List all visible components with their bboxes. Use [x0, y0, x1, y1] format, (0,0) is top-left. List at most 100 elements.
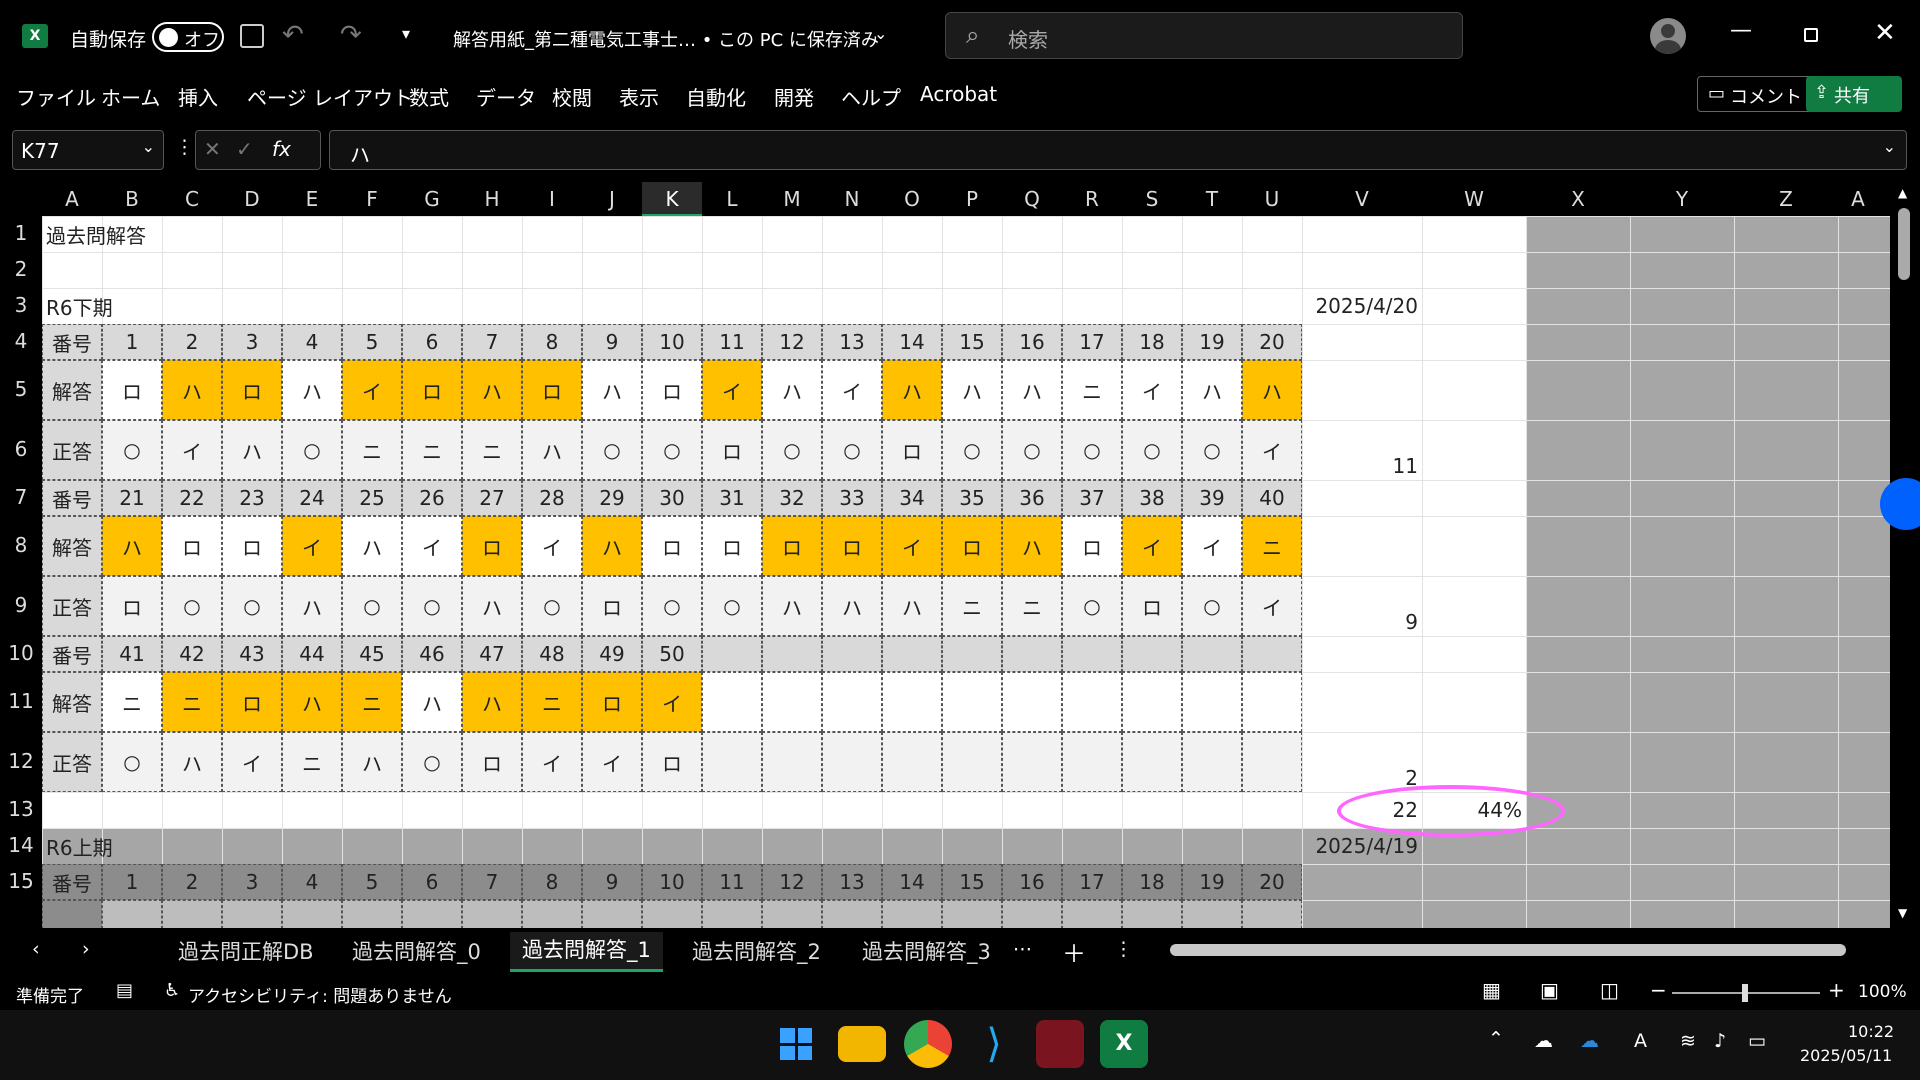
- question-number[interactable]: 24: [282, 480, 342, 516]
- partial-cell[interactable]: [102, 900, 162, 928]
- empty-cell[interactable]: [1242, 672, 1302, 732]
- empty-cell[interactable]: [882, 636, 942, 672]
- question-number[interactable]: 13: [822, 864, 882, 900]
- partial-cell[interactable]: [1002, 900, 1062, 928]
- label-correct[interactable]: 正答: [42, 576, 102, 636]
- column-header[interactable]: O: [882, 182, 942, 216]
- question-number[interactable]: 6: [402, 324, 462, 360]
- zoom-in-icon[interactable]: +: [1828, 978, 1845, 1002]
- correct-cell[interactable]: ○: [1062, 420, 1122, 480]
- answer-cell[interactable]: イ: [1122, 516, 1182, 576]
- correct-cell[interactable]: ロ: [582, 576, 642, 636]
- question-number[interactable]: 45: [342, 636, 402, 672]
- question-number[interactable]: 48: [522, 636, 582, 672]
- answer-cell[interactable]: ハ: [282, 360, 342, 420]
- answer-cell[interactable]: ニ: [1062, 360, 1122, 420]
- question-number[interactable]: 47: [462, 636, 522, 672]
- correct-cell[interactable]: ハ: [342, 732, 402, 792]
- excel-logo-icon[interactable]: X: [22, 24, 48, 48]
- correct-cell[interactable]: ニ: [282, 732, 342, 792]
- question-number[interactable]: 34: [882, 480, 942, 516]
- menu-page-layout[interactable]: ページ レイアウト: [247, 82, 413, 111]
- correct-cell[interactable]: ○: [1182, 576, 1242, 636]
- question-number[interactable]: 17: [1062, 324, 1122, 360]
- tab-answers-2[interactable]: 過去問解答_2: [692, 936, 821, 966]
- row-header[interactable]: 4: [0, 329, 42, 353]
- question-number[interactable]: 3: [222, 864, 282, 900]
- correct-cell[interactable]: ニ: [342, 420, 402, 480]
- label-num[interactable]: 番号: [42, 480, 102, 516]
- question-number[interactable]: 13: [822, 324, 882, 360]
- correct-cell[interactable]: ロ: [642, 732, 702, 792]
- answer-cell[interactable]: ハ: [1002, 360, 1062, 420]
- label-num[interactable]: 番号: [42, 324, 102, 360]
- answer-cell[interactable]: イ: [282, 516, 342, 576]
- partial-cell[interactable]: [282, 900, 342, 928]
- horizontal-scrollbar[interactable]: [1170, 944, 1846, 956]
- answer-cell[interactable]: イ: [882, 516, 942, 576]
- answer-cell[interactable]: ロ: [222, 360, 282, 420]
- empty-cell[interactable]: [1002, 672, 1062, 732]
- column-header[interactable]: K: [642, 182, 702, 216]
- question-number[interactable]: 12: [762, 864, 822, 900]
- question-number[interactable]: 17: [1062, 864, 1122, 900]
- answer-cell[interactable]: ハ: [582, 516, 642, 576]
- page-layout-view-icon[interactable]: ▣: [1540, 978, 1559, 1002]
- empty-cell[interactable]: [882, 672, 942, 732]
- empty-cell[interactable]: [942, 672, 1002, 732]
- partial-cell[interactable]: [822, 900, 882, 928]
- row-header[interactable]: 9: [0, 593, 42, 617]
- empty-cell[interactable]: [702, 636, 762, 672]
- share-button[interactable]: ⇪ 共有: [1806, 76, 1902, 112]
- question-number[interactable]: 8: [522, 324, 582, 360]
- search-box[interactable]: ⌕ 検索: [945, 12, 1463, 59]
- empty-cell[interactable]: [1242, 732, 1302, 792]
- label-answer[interactable]: 解答: [42, 360, 102, 420]
- row-header[interactable]: 3: [0, 293, 42, 317]
- answer-cell[interactable]: ハ: [582, 360, 642, 420]
- menu-developer[interactable]: 開発: [774, 82, 814, 111]
- onedrive-icon[interactable]: ☁: [1580, 1030, 1599, 1052]
- correct-cell[interactable]: イ: [162, 420, 222, 480]
- page-break-view-icon[interactable]: ◫: [1600, 978, 1619, 1002]
- question-number[interactable]: 5: [342, 864, 402, 900]
- question-number[interactable]: 4: [282, 324, 342, 360]
- partial-cell[interactable]: [42, 900, 102, 928]
- column-header[interactable]: A: [42, 182, 102, 216]
- answer-cell[interactable]: イ: [402, 516, 462, 576]
- correct-cell[interactable]: ハ: [762, 576, 822, 636]
- empty-cell[interactable]: [822, 672, 882, 732]
- partial-cell[interactable]: [582, 900, 642, 928]
- partial-cell[interactable]: [942, 900, 1002, 928]
- answer-cell[interactable]: ロ: [222, 672, 282, 732]
- question-number[interactable]: 23: [222, 480, 282, 516]
- question-number[interactable]: 21: [102, 480, 162, 516]
- row-header[interactable]: 7: [0, 485, 42, 509]
- question-number[interactable]: 20: [1242, 864, 1302, 900]
- partial-cell[interactable]: [1122, 900, 1182, 928]
- chevron-down-icon[interactable]: ⌄: [874, 24, 887, 43]
- answer-cell[interactable]: ロ: [642, 360, 702, 420]
- question-number[interactable]: 9: [582, 864, 642, 900]
- clock-time[interactable]: 10:22: [1848, 1022, 1894, 1041]
- correct-cell[interactable]: ロ: [462, 732, 522, 792]
- empty-cell[interactable]: [1122, 672, 1182, 732]
- answer-cell[interactable]: ハ: [462, 672, 522, 732]
- row-header[interactable]: 11: [0, 689, 42, 713]
- column-header[interactable]: P: [942, 182, 1002, 216]
- answer-cell[interactable]: ロ: [762, 516, 822, 576]
- customize-qat-icon[interactable]: ▾: [402, 24, 410, 43]
- next-sheet-icon[interactable]: ›: [82, 938, 90, 960]
- menu-home[interactable]: ホーム: [101, 82, 160, 111]
- question-number[interactable]: 32: [762, 480, 822, 516]
- correct-cell[interactable]: イ: [582, 732, 642, 792]
- answer-cell[interactable]: ロ: [102, 360, 162, 420]
- column-header[interactable]: R: [1062, 182, 1122, 216]
- zoom-level[interactable]: 100%: [1858, 982, 1907, 1002]
- question-number[interactable]: 46: [402, 636, 462, 672]
- question-number[interactable]: 4: [282, 864, 342, 900]
- answer-cell[interactable]: ハ: [762, 360, 822, 420]
- name-box[interactable]: K77 ⌄: [12, 130, 164, 170]
- zoom-slider-thumb[interactable]: [1742, 984, 1748, 1002]
- column-header[interactable]: E: [282, 182, 342, 216]
